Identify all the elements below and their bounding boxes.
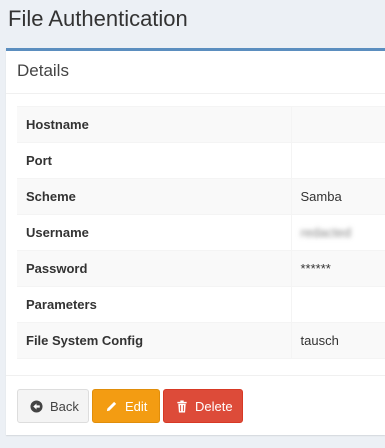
delete-button-label: Delete [195,398,233,414]
hostname-value [291,106,385,143]
panel-heading: Details [6,51,385,94]
password-value: ****** [291,250,385,287]
scheme-value: Samba [291,178,385,215]
page-title: File Authentication [8,6,188,31]
edit-button[interactable]: Edit [92,389,160,423]
edit-button-label: Edit [125,398,148,414]
details-panel: Details Hostname Port Scheme Samba Usern… [6,48,385,435]
hostname-label: Hostname [17,106,292,143]
back-button-label: Back [50,398,79,414]
table-row: Parameters [17,286,385,323]
file-system-config-label: File System Config [17,322,292,359]
circle-arrow-left-icon [30,399,43,413]
scheme-label: Scheme [17,178,292,215]
table-row: Port [17,142,385,179]
action-buttons: Back Edit Delete [17,389,243,423]
parameters-value [291,286,385,323]
username-label: Username [17,214,292,251]
table-row: File System Config tausch [17,322,385,359]
port-label: Port [17,142,292,179]
username-value: redacted [300,225,352,240]
parameters-label: Parameters [17,286,292,323]
back-button[interactable]: Back [17,389,89,423]
table-row: Scheme Samba [17,178,385,215]
details-table: Hostname Port Scheme Samba Username reda… [17,106,385,359]
trash-icon [176,399,188,413]
table-row: Hostname [17,106,385,143]
delete-button[interactable]: Delete [163,389,243,423]
port-value [291,142,385,179]
file-system-config-value: tausch [291,322,385,359]
table-row: Username redacted [17,214,385,251]
table-row: Password ****** [17,250,385,287]
pencil-icon [105,399,118,413]
password-label: Password [17,250,292,287]
footer-divider [6,375,385,376]
